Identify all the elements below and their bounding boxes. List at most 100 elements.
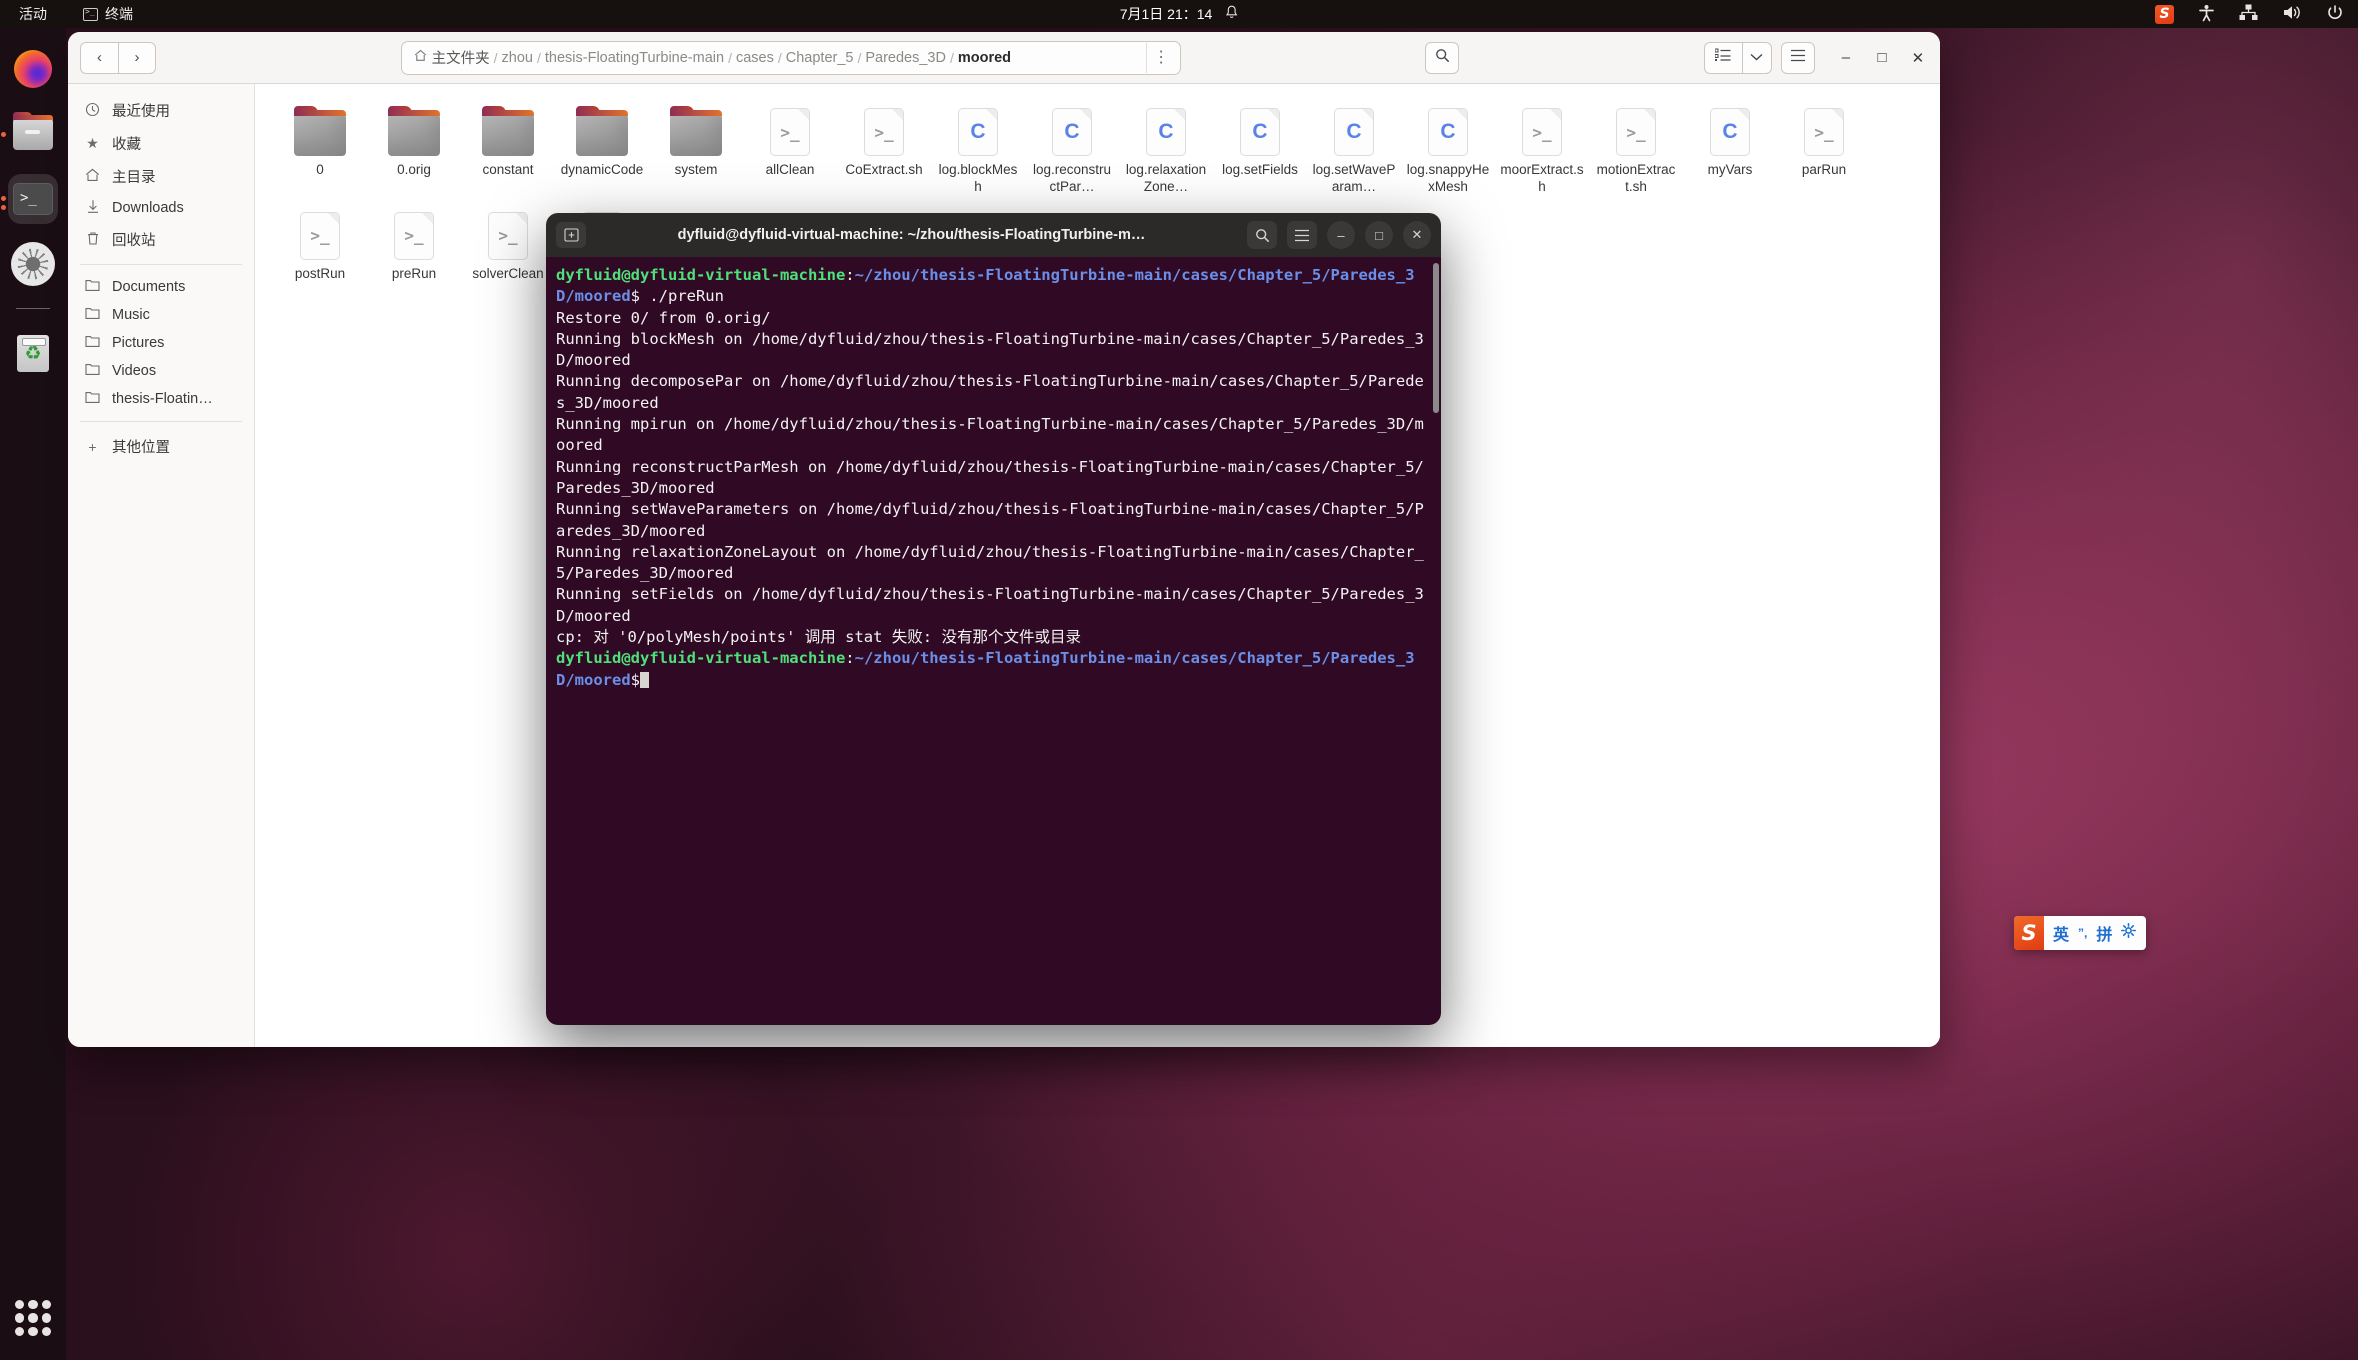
gear-icon[interactable] (2121, 923, 2137, 943)
c-file-icon: C (1240, 106, 1280, 156)
ime-punctuation-button[interactable]: ”, (2078, 926, 2087, 940)
file-item[interactable]: dynamicCode (559, 100, 645, 196)
file-item[interactable]: CmyVars (1687, 100, 1773, 196)
clock-area[interactable]: 7月1日 21：14 (1120, 4, 1239, 24)
breadcrumb-item-thesis[interactable]: thesis-FloatingTurbine-main (545, 50, 724, 66)
files-window-controls: – □ ✕ (1836, 49, 1928, 67)
files-close-button[interactable]: ✕ (1908, 49, 1928, 67)
sidebar-item-thesis[interactable]: thesis-Floatin… (68, 385, 254, 413)
sidebar-item-documents[interactable]: Documents (68, 273, 254, 301)
file-item[interactable]: 0.orig (371, 100, 457, 196)
file-item[interactable]: system (653, 100, 739, 196)
clock-label: 7月1日 21：14 (1119, 6, 1213, 22)
dock-item-files[interactable] (1, 109, 58, 159)
dock-item-terminal[interactable] (1, 174, 58, 224)
dock-item-settings[interactable] (8, 239, 58, 289)
back-button[interactable]: ‹ (80, 41, 118, 74)
network-icon[interactable] (2239, 4, 2258, 24)
breadcrumb-item-home[interactable]: 主文件夹 (414, 47, 490, 68)
sidebar-item-starred[interactable]: ★ 收藏 (68, 127, 254, 160)
terminal-title: dyfluid@dyfluid-virtual-machine: ~/zhou/… (677, 227, 1146, 243)
trash-icon (17, 334, 49, 372)
file-item[interactable]: Clog.relaxationZone… (1123, 100, 1209, 196)
search-icon (1435, 48, 1450, 68)
terminal-close-button[interactable]: ✕ (1403, 221, 1431, 249)
list-view-button[interactable] (1703, 41, 1742, 74)
terminal-minimize-button[interactable]: – (1327, 221, 1355, 249)
file-item[interactable]: Clog.reconstructPar… (1029, 100, 1115, 196)
file-item[interactable]: >_ parRun (1781, 100, 1867, 196)
file-item[interactable]: Clog.snappyHexMesh (1405, 100, 1491, 196)
folder-icon (294, 106, 346, 156)
forward-button[interactable]: › (118, 41, 156, 74)
files-menu-button[interactable] (1780, 41, 1815, 74)
folder-icon (482, 106, 534, 156)
file-item[interactable]: >_ motionExtract.sh (1593, 100, 1679, 196)
files-search-button[interactable] (1425, 41, 1460, 74)
show-applications-button[interactable] (15, 1300, 51, 1336)
terminal-icon (83, 7, 98, 21)
sidebar-item-trash[interactable]: 回收站 (68, 223, 254, 256)
sidebar-item-music[interactable]: Music (68, 301, 254, 329)
folder-icon (13, 112, 53, 150)
file-name-label: 0.orig (397, 162, 431, 177)
file-item[interactable]: Clog.setWaveParam… (1311, 100, 1397, 196)
breadcrumb-separator: / (777, 49, 782, 66)
file-item[interactable]: 0 (277, 100, 363, 196)
sogou-ime-panel[interactable]: S 英 ”, 拼 (2014, 916, 2147, 950)
terminal-output-line: Running decomposePar on /home/dyfluid/zh… (556, 372, 1424, 412)
sidebar-item-pictures[interactable]: Pictures (68, 329, 254, 357)
files-minimize-button[interactable]: – (1836, 49, 1856, 66)
terminal-maximize-button[interactable]: □ (1365, 221, 1393, 249)
breadcrumb-item-paredes3d[interactable]: Paredes_3D (865, 50, 946, 66)
breadcrumb-separator: / (857, 49, 862, 66)
file-item[interactable]: Clog.blockMesh (935, 100, 1021, 196)
dock-item-trash[interactable] (8, 328, 58, 378)
dock-item-firefox[interactable] (8, 44, 58, 94)
terminal-output-line: Running setFields on /home/dyfluid/zhou/… (556, 585, 1424, 625)
terminal-cursor (640, 671, 649, 688)
sidebar-item-downloads[interactable]: Downloads (68, 193, 254, 223)
view-options-button[interactable] (1741, 41, 1772, 74)
volume-icon[interactable] (2282, 4, 2302, 24)
sidebar-item-videos[interactable]: Videos (68, 357, 254, 385)
breadcrumb-item-chapter5[interactable]: Chapter_5 (786, 50, 854, 66)
terminal-search-button[interactable] (1247, 221, 1277, 249)
power-icon[interactable] (2326, 4, 2344, 25)
running-indicator (1, 196, 6, 201)
breadcrumb-item-cases[interactable]: cases (736, 50, 774, 66)
terminal-prompt-colon: : (845, 266, 855, 284)
terminal-scrollbar[interactable] (1433, 263, 1439, 413)
file-item[interactable]: >_ postRun (277, 204, 363, 283)
sidebar-item-other-locations[interactable]: + 其他位置 (68, 430, 254, 463)
folder-icon (84, 391, 101, 407)
file-item[interactable]: >_ solverClean (465, 204, 551, 283)
sidebar-item-recent[interactable]: 最近使用 (68, 94, 254, 127)
file-name-label: log.relaxationZone… (1125, 162, 1207, 194)
running-indicator (1, 132, 6, 137)
file-item[interactable]: constant (465, 100, 551, 196)
accessibility-icon[interactable] (2198, 4, 2215, 25)
ime-mode-button[interactable]: 英 (2053, 921, 2069, 945)
terminal-output-area[interactable]: dyfluid@dyfluid-virtual-machine:~/zhou/t… (546, 257, 1441, 1025)
ime-layout-button[interactable]: 拼 (2096, 921, 2112, 945)
app-menu-terminal[interactable]: 终端 (76, 1, 140, 27)
activities-button[interactable]: 活动 (12, 1, 54, 27)
breadcrumb-item-current[interactable]: moored (958, 50, 1011, 66)
file-item[interactable]: >_ CoExtract.sh (841, 100, 927, 196)
sidebar-item-home[interactable]: 主目录 (68, 160, 254, 193)
file-item[interactable]: >_ allClean (747, 100, 833, 196)
files-header-right: – □ ✕ (1703, 41, 1928, 74)
breadcrumb-menu-button[interactable]: ⋮ (1145, 42, 1176, 73)
file-item[interactable]: >_ preRun (371, 204, 457, 283)
hamburger-menu-icon (1790, 49, 1806, 67)
breadcrumb-item-zhou[interactable]: zhou (502, 50, 533, 66)
top-bar-left: 活动 终端 (0, 1, 140, 27)
files-maximize-button[interactable]: □ (1872, 49, 1892, 66)
file-item[interactable]: >_ moorExtract.sh (1499, 100, 1585, 196)
file-item[interactable]: Clog.setFields (1217, 100, 1303, 196)
terminal-menu-button[interactable] (1287, 221, 1317, 249)
new-tab-icon[interactable] (556, 222, 586, 248)
status-indicators[interactable]: S (2155, 4, 2344, 25)
sogou-ime-icon[interactable]: S (2155, 4, 2174, 24)
